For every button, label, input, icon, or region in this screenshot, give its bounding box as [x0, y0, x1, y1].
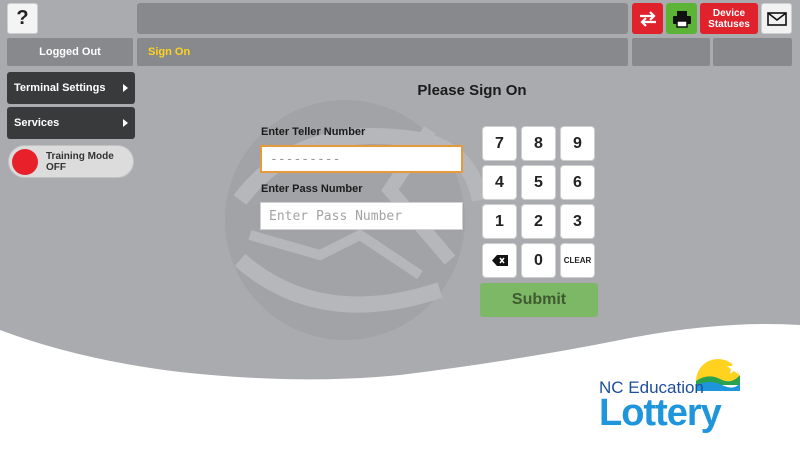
keypad-key-5[interactable]: 5	[521, 165, 556, 200]
chevron-right-icon	[123, 84, 128, 92]
keypad-key-1[interactable]: 1	[482, 204, 517, 239]
device-statuses-button[interactable]: Device Statuses	[700, 3, 758, 34]
training-mode-toggle[interactable]: Training Mode OFF	[8, 145, 134, 178]
chevron-right-icon	[123, 119, 128, 127]
keypad-backspace[interactable]	[482, 243, 517, 278]
keypad-key-6[interactable]: 6	[560, 165, 595, 200]
toggle-indicator-icon	[12, 148, 38, 175]
transfer-button[interactable]	[632, 3, 663, 34]
backspace-icon	[491, 255, 508, 266]
pass-number-input[interactable]	[260, 202, 463, 230]
transfer-arrows-icon	[639, 10, 656, 27]
keypad-key-0[interactable]: 0	[521, 243, 556, 278]
login-status: Logged Out	[7, 38, 133, 66]
keypad-key-2[interactable]: 2	[521, 204, 556, 239]
keypad-clear[interactable]: CLEAR	[560, 243, 595, 278]
submit-button[interactable]: Submit	[480, 283, 598, 317]
help-button[interactable]: ?	[7, 3, 38, 34]
sidebar-item-terminal-settings[interactable]: Terminal Settings	[7, 72, 135, 104]
teller-number-input[interactable]	[260, 145, 463, 173]
status-cell-empty	[713, 38, 792, 66]
status-message: Sign On	[137, 38, 628, 66]
training-mode-label: Training Mode OFF	[46, 150, 114, 173]
pass-number-label: Enter Pass Number	[261, 183, 363, 195]
keypad-key-4[interactable]: 4	[482, 165, 517, 200]
mail-button[interactable]	[761, 3, 792, 34]
logo-line2: Lottery	[599, 392, 722, 434]
keypad-key-7[interactable]: 7	[482, 126, 517, 161]
sidebar-item-services[interactable]: Services	[7, 107, 135, 139]
teller-number-label: Enter Teller Number	[261, 126, 366, 138]
envelope-icon	[766, 11, 787, 26]
keypad-key-3[interactable]: 3	[560, 204, 595, 239]
status-cell-empty	[632, 38, 710, 66]
print-button[interactable]	[666, 3, 697, 34]
sidebar-item-label: Services	[14, 117, 60, 129]
printer-icon	[672, 10, 691, 28]
keypad-key-8[interactable]: 8	[521, 126, 556, 161]
sidebar-item-label: Terminal Settings	[14, 82, 106, 94]
top-info-bar	[137, 3, 628, 34]
page-title: Please Sign On	[417, 82, 527, 99]
keypad-key-9[interactable]: 9	[560, 126, 595, 161]
